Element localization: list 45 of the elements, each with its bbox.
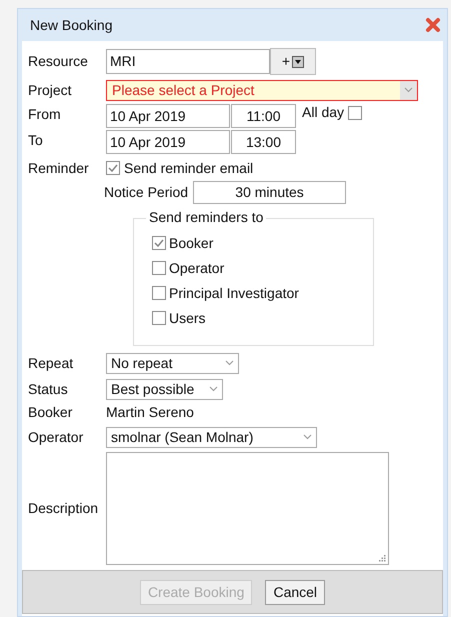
field-label: Booker [28, 402, 74, 422]
field-label: Resource [28, 52, 89, 71]
chevron-down-icon [303, 434, 312, 440]
resource-field[interactable]: MRI [106, 49, 270, 74]
project-select[interactable]: Please select a Project [106, 80, 418, 100]
field-label: To [28, 131, 44, 150]
checkbox[interactable] [152, 286, 166, 300]
dialog-title: New Booking [30, 16, 112, 35]
field-label: From [28, 105, 62, 124]
chevron-down-icon [209, 386, 218, 392]
field-label: Description [28, 499, 100, 518]
checkbox[interactable] [152, 236, 166, 250]
checkbox-label: Operator [169, 258, 224, 278]
field-label: Status [28, 380, 69, 398]
chevron-down-icon [404, 87, 413, 93]
checkbox-label: Send reminder email [124, 158, 254, 178]
status-select[interactable]: Best possible [106, 378, 223, 400]
date-field[interactable]: 10 Apr 2019 [106, 104, 230, 128]
dropdown-icon [292, 56, 304, 68]
close-icon[interactable] [425, 17, 441, 33]
operator-select[interactable]: smolnar (Sean Molnar) [106, 426, 317, 448]
checkbox[interactable] [106, 161, 120, 175]
checkbox[interactable] [348, 106, 362, 120]
chevron-down-icon [225, 360, 234, 366]
checkbox-label: Principal Investigator [169, 284, 299, 303]
time-field[interactable]: 11:00 [231, 104, 296, 128]
add-button[interactable]: + [270, 48, 316, 75]
checkbox-label: Users [169, 308, 206, 328]
dialog-button[interactable]: Cancel [265, 580, 326, 604]
notice-period-field[interactable]: 30 minutes [193, 180, 346, 204]
field-label: Project [28, 80, 73, 100]
repeat-select[interactable]: No repeat [106, 352, 239, 374]
checkbox[interactable] [152, 311, 166, 325]
date-field[interactable]: 10 Apr 2019 [106, 130, 230, 154]
booker-name: Martin Sereno [106, 402, 194, 422]
checkbox-label: All day [302, 103, 344, 122]
time-field[interactable]: 13:00 [231, 130, 296, 154]
checkbox-label: Booker [169, 234, 214, 252]
field-label: Operator [28, 428, 84, 447]
resize-grip-icon [379, 555, 386, 562]
field-label: Repeat [28, 354, 74, 373]
description-field[interactable] [106, 452, 389, 565]
field-label: Reminder [28, 158, 90, 178]
field-label: Notice Period [104, 182, 188, 202]
checkbox[interactable] [152, 261, 166, 275]
